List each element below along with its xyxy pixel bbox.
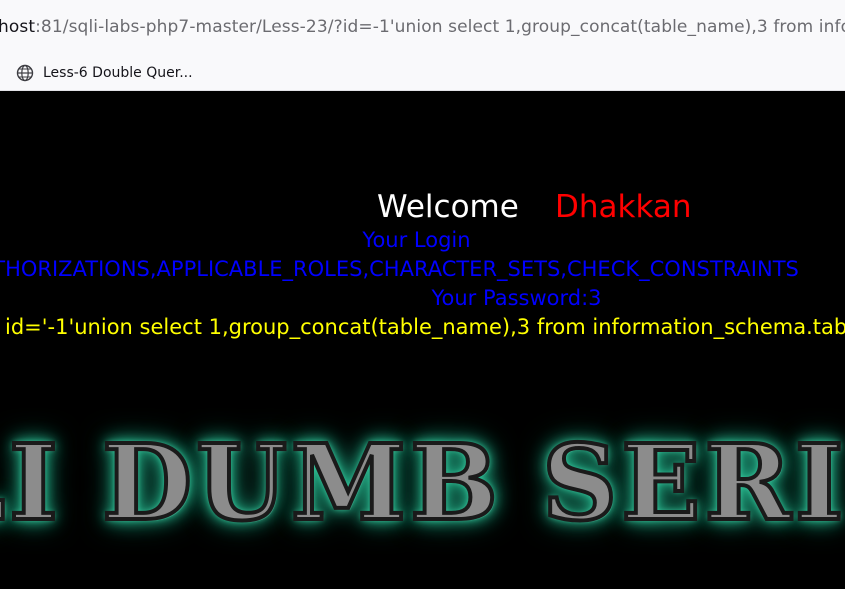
globe-icon xyxy=(16,64,34,82)
bookmark-less-6[interactable]: Less-6 Double Quer... xyxy=(16,61,193,85)
username-text: Dhakkan xyxy=(555,189,692,225)
url-text[interactable]: host:81/sqli-labs-php7-master/Less-23/?i… xyxy=(0,17,845,37)
url-host: host xyxy=(0,17,36,37)
bookmarks-toolbar: ⁝ Less-6 Double Quer... xyxy=(0,56,845,91)
address-bar[interactable]: host:81/sqli-labs-php7-master/Less-23/?i… xyxy=(0,0,845,56)
welcome-text: Welcome xyxy=(377,189,519,225)
page-content: Welcome Dhakkan Your Login _AUTHORIZATIO… xyxy=(0,91,845,589)
bookmark-overflow-icon[interactable]: ⁝ xyxy=(0,65,4,79)
password-label: Your Password:3 xyxy=(431,286,602,310)
login-label: Your Login xyxy=(362,228,471,252)
login-value: _AUTHORIZATIONS,APPLICABLE_ROLES,CHARACT… xyxy=(0,257,799,281)
url-path: :81/sqli-labs-php7-master/Less-23/?id=-1… xyxy=(35,17,845,37)
sqli-dumb-series-banner: LI DUMB SERI xyxy=(0,419,845,546)
query-output: id='-1'union select 1,group_concat(table… xyxy=(5,315,845,339)
bookmark-label: Less-6 Double Quer... xyxy=(43,65,193,81)
